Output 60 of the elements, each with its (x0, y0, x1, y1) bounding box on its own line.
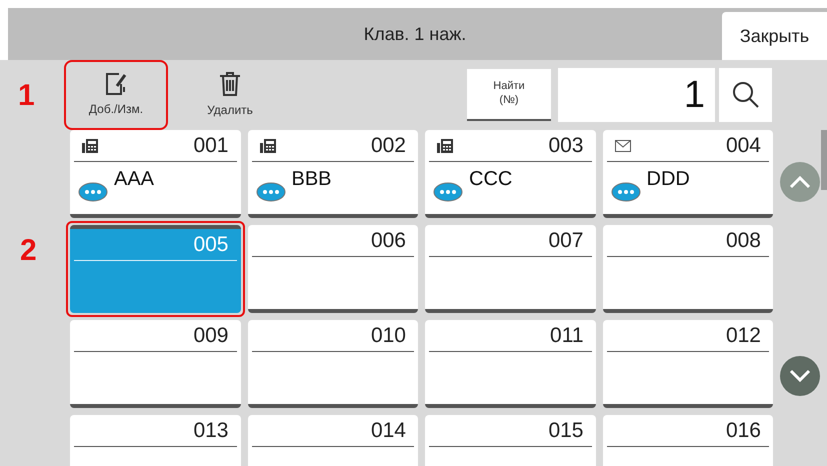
entry-number: 013 (193, 418, 228, 444)
address-card[interactable]: 016 (602, 415, 773, 466)
entry-number: 009 (193, 322, 228, 349)
address-card[interactable]: 014 (248, 415, 418, 466)
entry-number: 014 (370, 418, 406, 444)
address-card[interactable]: 001 AAA (70, 130, 240, 218)
entry-name: DDD (646, 167, 690, 192)
address-card[interactable]: 012 (602, 320, 773, 408)
entry-number: 004 (726, 132, 761, 159)
address-card[interactable]: 008 (602, 225, 773, 313)
chevron-up-icon (789, 175, 811, 189)
trash-icon (219, 71, 241, 97)
fax-icon (260, 138, 276, 152)
entry-number: 007 (548, 228, 584, 254)
entry-number: 001 (193, 132, 228, 159)
address-card[interactable]: 015 (425, 415, 596, 466)
address-card[interactable]: 002 BBB (248, 130, 418, 218)
entry-number: 003 (548, 132, 584, 159)
entry-number: 005 (193, 232, 228, 258)
find-button[interactable]: Найти (№) (467, 69, 551, 121)
close-button[interactable]: Закрыть (722, 12, 827, 60)
header-title: Клав. 1 наж. (364, 22, 466, 46)
fax-icon (437, 138, 453, 152)
address-card[interactable]: 007 (425, 225, 596, 313)
address-card[interactable]: 006 (248, 225, 418, 313)
number-input-field[interactable]: 1 (558, 68, 715, 122)
entry-number: 012 (726, 322, 761, 349)
search-button[interactable] (719, 68, 772, 122)
scroll-up-button[interactable] (780, 162, 820, 202)
more-icon (610, 182, 640, 202)
more-icon (78, 182, 108, 202)
address-card[interactable]: 010 (248, 320, 418, 408)
more-icon (433, 182, 463, 202)
delete-button[interactable]: Удалить (182, 64, 278, 126)
chevron-down-icon (789, 369, 811, 383)
entry-number: 002 (370, 132, 406, 159)
entry-number: 015 (548, 418, 584, 444)
edit-icon (105, 72, 127, 96)
entry-name: BBB (292, 167, 332, 192)
envelope-icon (614, 140, 630, 152)
entry-number: 010 (370, 322, 406, 349)
entry-number: 016 (726, 418, 761, 444)
scroll-down-button[interactable] (780, 356, 820, 396)
callout-number: 1 (17, 78, 36, 114)
callout-number: 2 (19, 233, 38, 269)
address-card[interactable]: 011 (425, 320, 596, 408)
address-card[interactable]: 009 (70, 320, 240, 408)
fax-icon (82, 138, 98, 152)
search-icon (732, 81, 760, 109)
address-card[interactable]: 003 CCC (425, 130, 596, 218)
entry-name: CCC (469, 167, 512, 192)
entry-number: 008 (726, 228, 761, 254)
add-edit-button[interactable]: Доб./Изм. (68, 64, 164, 126)
address-card[interactable]: 004 DDD (602, 130, 773, 218)
entry-name: AAA (114, 167, 154, 192)
entry-number: 011 (550, 322, 584, 349)
scrollbar[interactable] (821, 130, 827, 190)
more-icon (256, 182, 286, 202)
entry-number: 006 (370, 228, 406, 254)
address-card[interactable]: 013 (70, 415, 240, 466)
